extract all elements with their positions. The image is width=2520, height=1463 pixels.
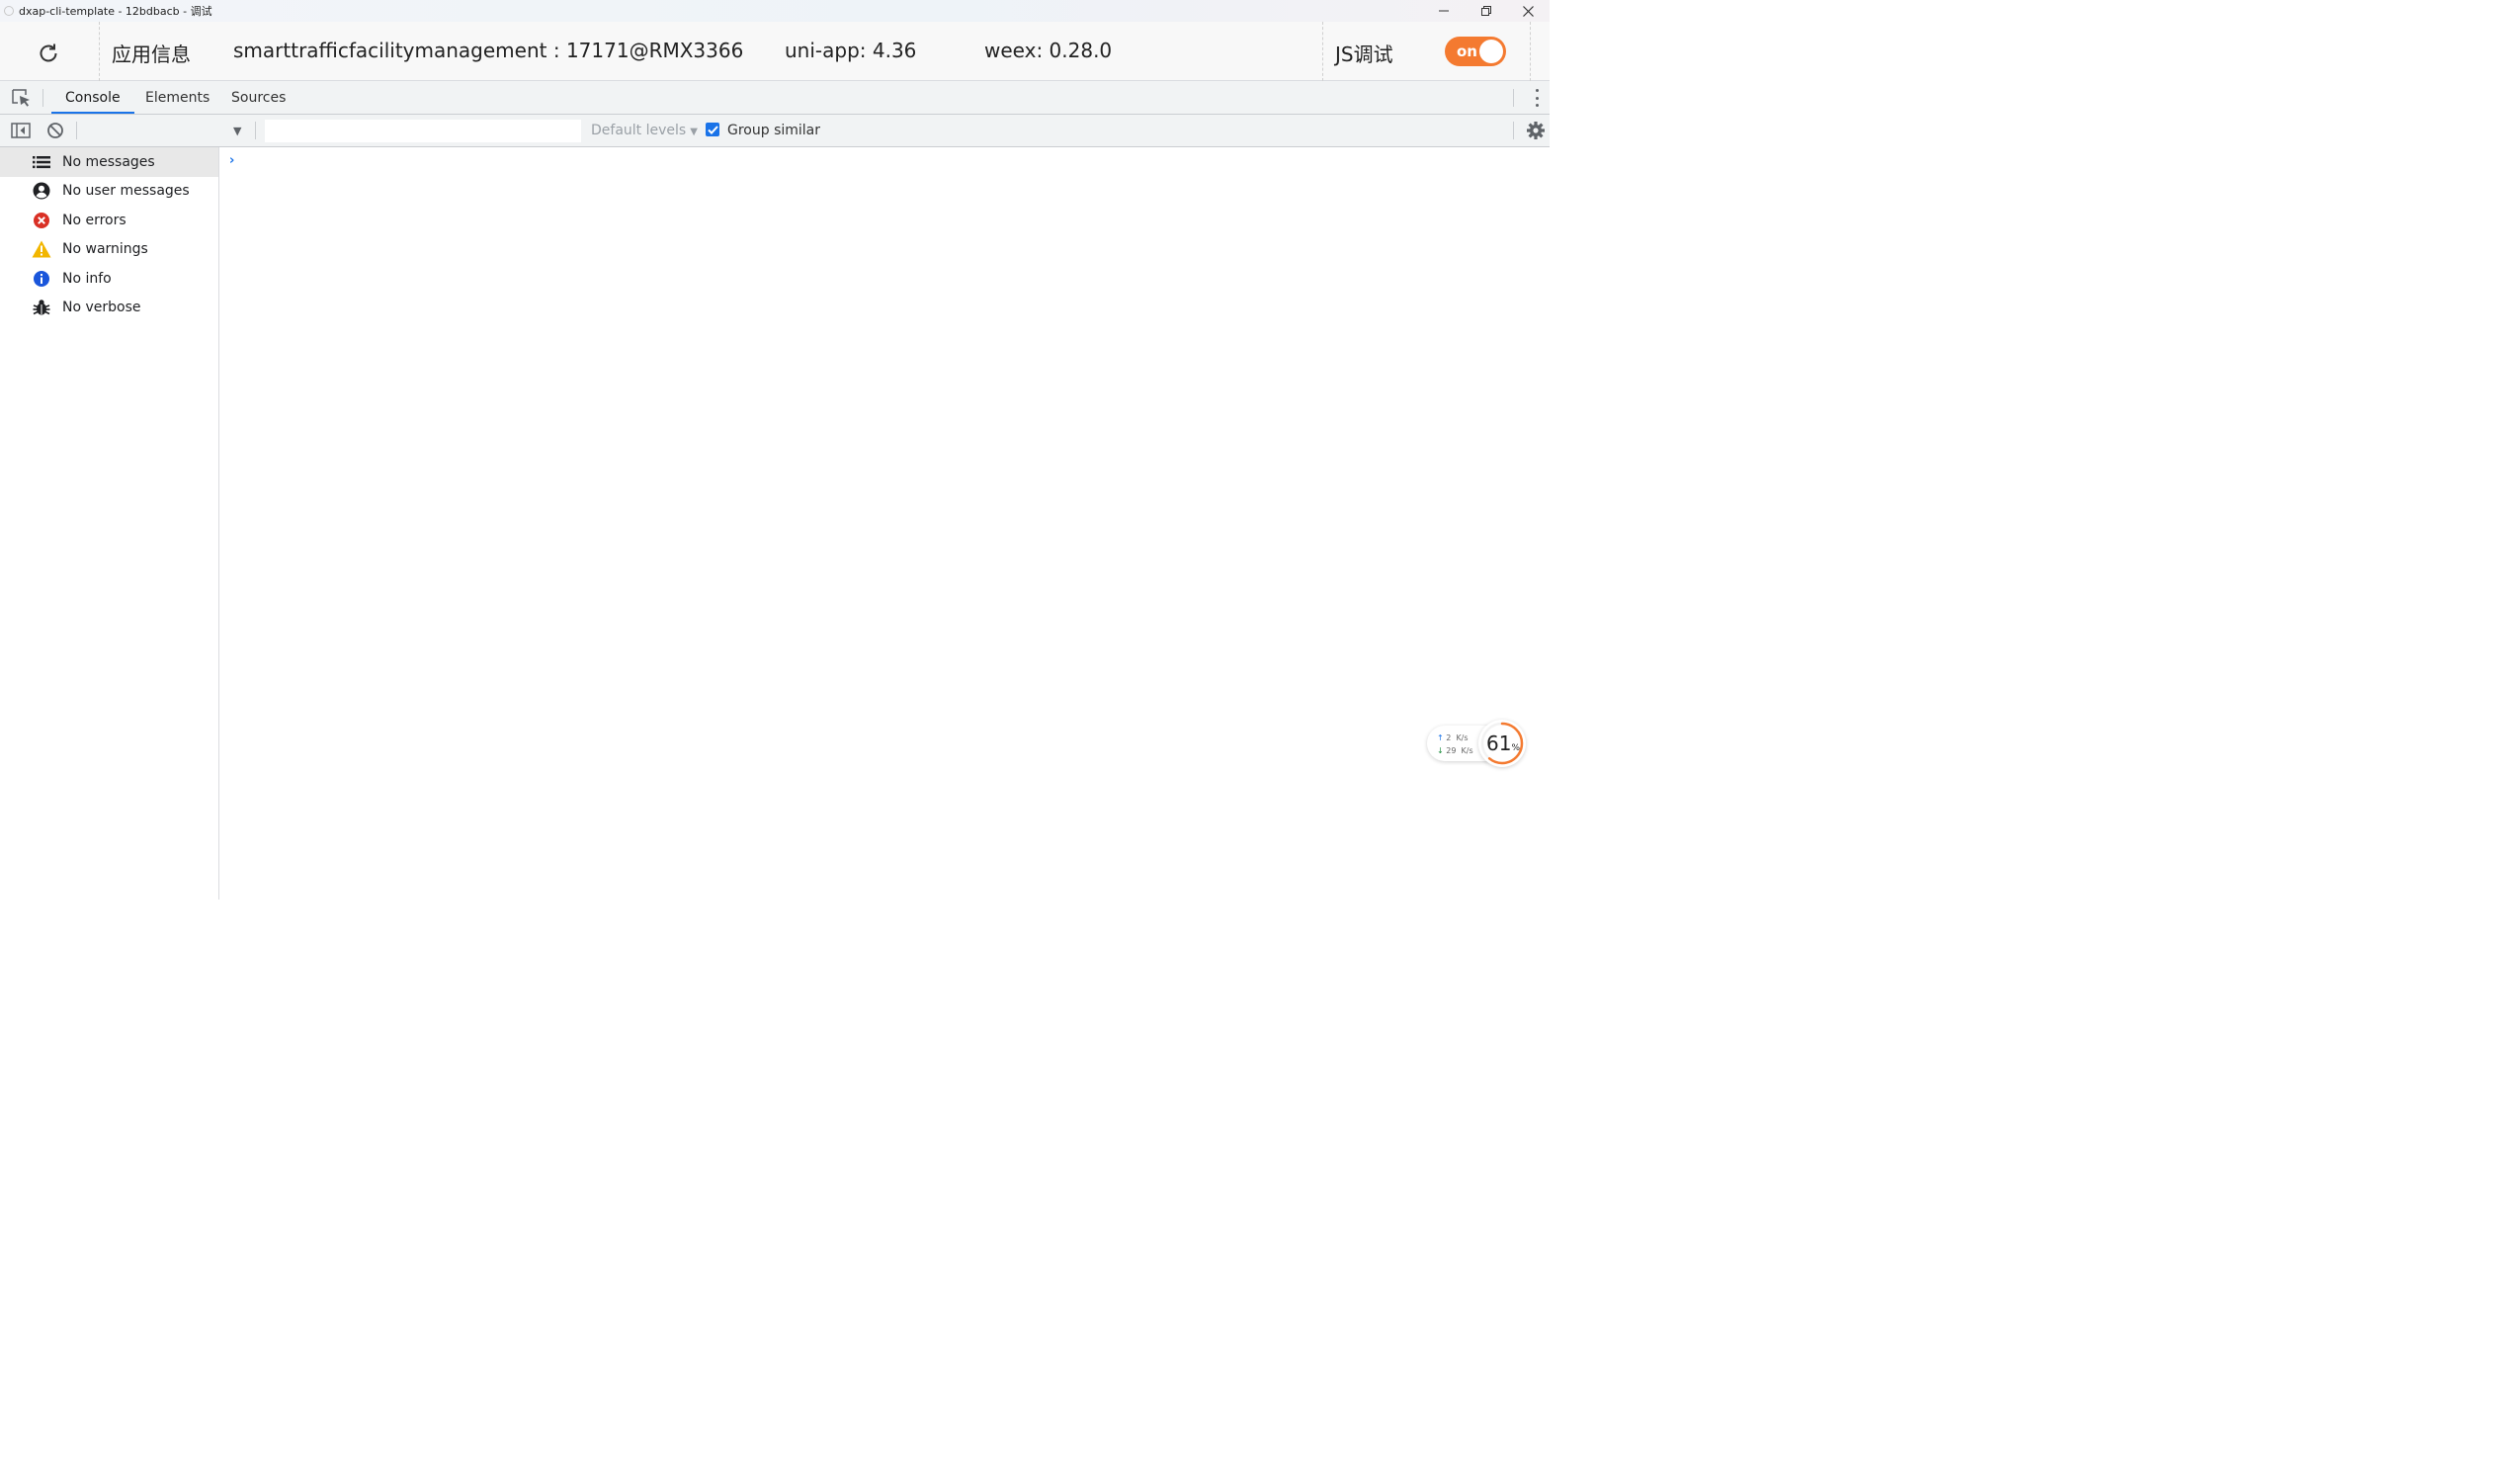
usage-percent-value: 61 <box>1486 732 1512 755</box>
info-icon <box>32 269 51 289</box>
toolbar-divider <box>255 122 256 139</box>
clear-console-button[interactable] <box>44 121 66 140</box>
more-options-button[interactable] <box>1532 89 1542 107</box>
uni-app-version: uni-app: 4.36 <box>785 39 917 62</box>
js-debug-label: JS调试 <box>1335 43 1393 66</box>
sidebar-item-verbose[interactable]: No verbose <box>0 294 218 323</box>
upload-value: 2 <box>1446 733 1452 742</box>
kebab-icon <box>1535 104 1539 107</box>
close-button[interactable] <box>1507 0 1550 22</box>
log-levels-dropdown[interactable]: Default levels ▼ <box>591 123 698 138</box>
js-debug-toggle[interactable]: on <box>1445 37 1506 66</box>
download-unit: K/s <box>1461 746 1473 755</box>
app-info-bar: 应用信息 smarttrafficfacilitymanagement : 17… <box>0 22 1550 81</box>
network-speed-widget[interactable]: ↑ 2 K/s ↓ 29 K/s 61% <box>1427 720 1528 767</box>
console-settings-button[interactable] <box>1526 121 1546 140</box>
toolbar-divider <box>76 122 77 139</box>
usage-ring: 61% <box>1478 720 1526 767</box>
list-icon <box>32 152 51 172</box>
log-levels-label: Default levels <box>591 123 687 138</box>
console-sidebar: No messages No user messages No errors N… <box>0 147 219 900</box>
sidebar-item-warnings[interactable]: No warnings <box>0 235 218 265</box>
arrow-down-icon: ↓ <box>1437 746 1444 755</box>
gear-icon <box>1527 122 1545 139</box>
kebab-icon <box>1535 89 1539 92</box>
refresh-button[interactable] <box>34 39 63 68</box>
devtools-window: dxap-cli-template - 12bdbacb - 调试 应用信息 s… <box>0 0 1550 900</box>
user-icon <box>32 181 51 201</box>
sidebar-item-info[interactable]: No info <box>0 264 218 294</box>
app-info-label: 应用信息 <box>112 43 191 66</box>
toolbar-divider <box>1513 122 1514 139</box>
clear-console-icon <box>47 123 63 138</box>
device-info: smarttrafficfacilitymanagement : 17171@R… <box>233 39 744 62</box>
chevron-down-icon: ▼ <box>690 127 698 137</box>
restore-icon <box>1480 6 1491 16</box>
header-divider <box>1530 22 1531 81</box>
weex-version: weex: 0.28.0 <box>984 39 1113 62</box>
tab-divider <box>42 89 43 107</box>
minimize-button[interactable] <box>1422 0 1465 22</box>
arrow-up-icon: ↑ <box>1437 733 1444 742</box>
close-icon <box>1523 5 1534 17</box>
tab-sources[interactable]: Sources <box>217 81 299 114</box>
console-output[interactable]: › <box>219 147 1550 900</box>
refresh-icon <box>40 43 57 62</box>
console-toolbar: ▼ Default levels ▼ Group similar <box>0 115 1550 147</box>
app-icon <box>4 6 14 16</box>
toggle-knob <box>1479 40 1503 63</box>
sidebar-item-label: No messages <box>62 153 155 170</box>
tab-elements[interactable]: Elements <box>131 81 223 114</box>
tab-console[interactable]: Console <box>51 81 134 114</box>
window-title: dxap-cli-template - 12bdbacb - 调试 <box>19 5 212 18</box>
kebab-icon <box>1535 96 1539 100</box>
upload-unit: K/s <box>1456 733 1469 742</box>
minimize-icon <box>1438 10 1449 12</box>
sidebar-toggle-icon <box>11 123 31 138</box>
sidebar-item-errors[interactable]: No errors <box>0 206 218 235</box>
sidebar-item-label: No verbose <box>62 300 141 316</box>
context-selector-arrow-icon[interactable]: ▼ <box>233 125 241 137</box>
bug-icon <box>32 298 51 317</box>
error-icon <box>32 211 51 230</box>
toggle-state-label: on <box>1457 43 1477 60</box>
checkmark-icon <box>707 125 718 134</box>
sidebar-item-label: No warnings <box>62 241 148 258</box>
sidebar-item-label: No errors <box>62 212 126 228</box>
sidebar-item-user-messages[interactable]: No user messages <box>0 177 218 207</box>
download-value: 29 <box>1446 746 1457 755</box>
devtools-tabbar: Console Elements Sources <box>0 81 1550 115</box>
console-prompt[interactable]: › <box>229 153 234 168</box>
sidebar-item-label: No info <box>62 270 112 287</box>
group-similar-label: Group similar <box>727 123 821 138</box>
group-similar-checkbox[interactable] <box>706 123 719 136</box>
usage-percent-sign: % <box>1511 743 1521 753</box>
header-divider <box>1322 22 1323 81</box>
restore-button[interactable] <box>1465 0 1507 22</box>
inspect-element-button[interactable] <box>11 88 33 108</box>
upload-speed: ↑ 2 K/s <box>1437 733 1469 742</box>
window-controls <box>1422 0 1550 22</box>
filter-input[interactable] <box>265 120 581 142</box>
download-speed: ↓ 29 K/s <box>1437 746 1473 755</box>
header-divider <box>99 22 100 81</box>
inspect-element-icon <box>12 89 30 107</box>
sidebar-item-messages[interactable]: No messages <box>0 147 218 177</box>
window-titlebar: dxap-cli-template - 12bdbacb - 调试 <box>0 0 1550 22</box>
warning-icon <box>32 239 51 259</box>
usage-percent: 61% <box>1486 732 1520 755</box>
toggle-sidebar-button[interactable] <box>10 121 32 140</box>
sidebar-item-label: No user messages <box>62 183 190 200</box>
tab-divider <box>1513 89 1514 107</box>
